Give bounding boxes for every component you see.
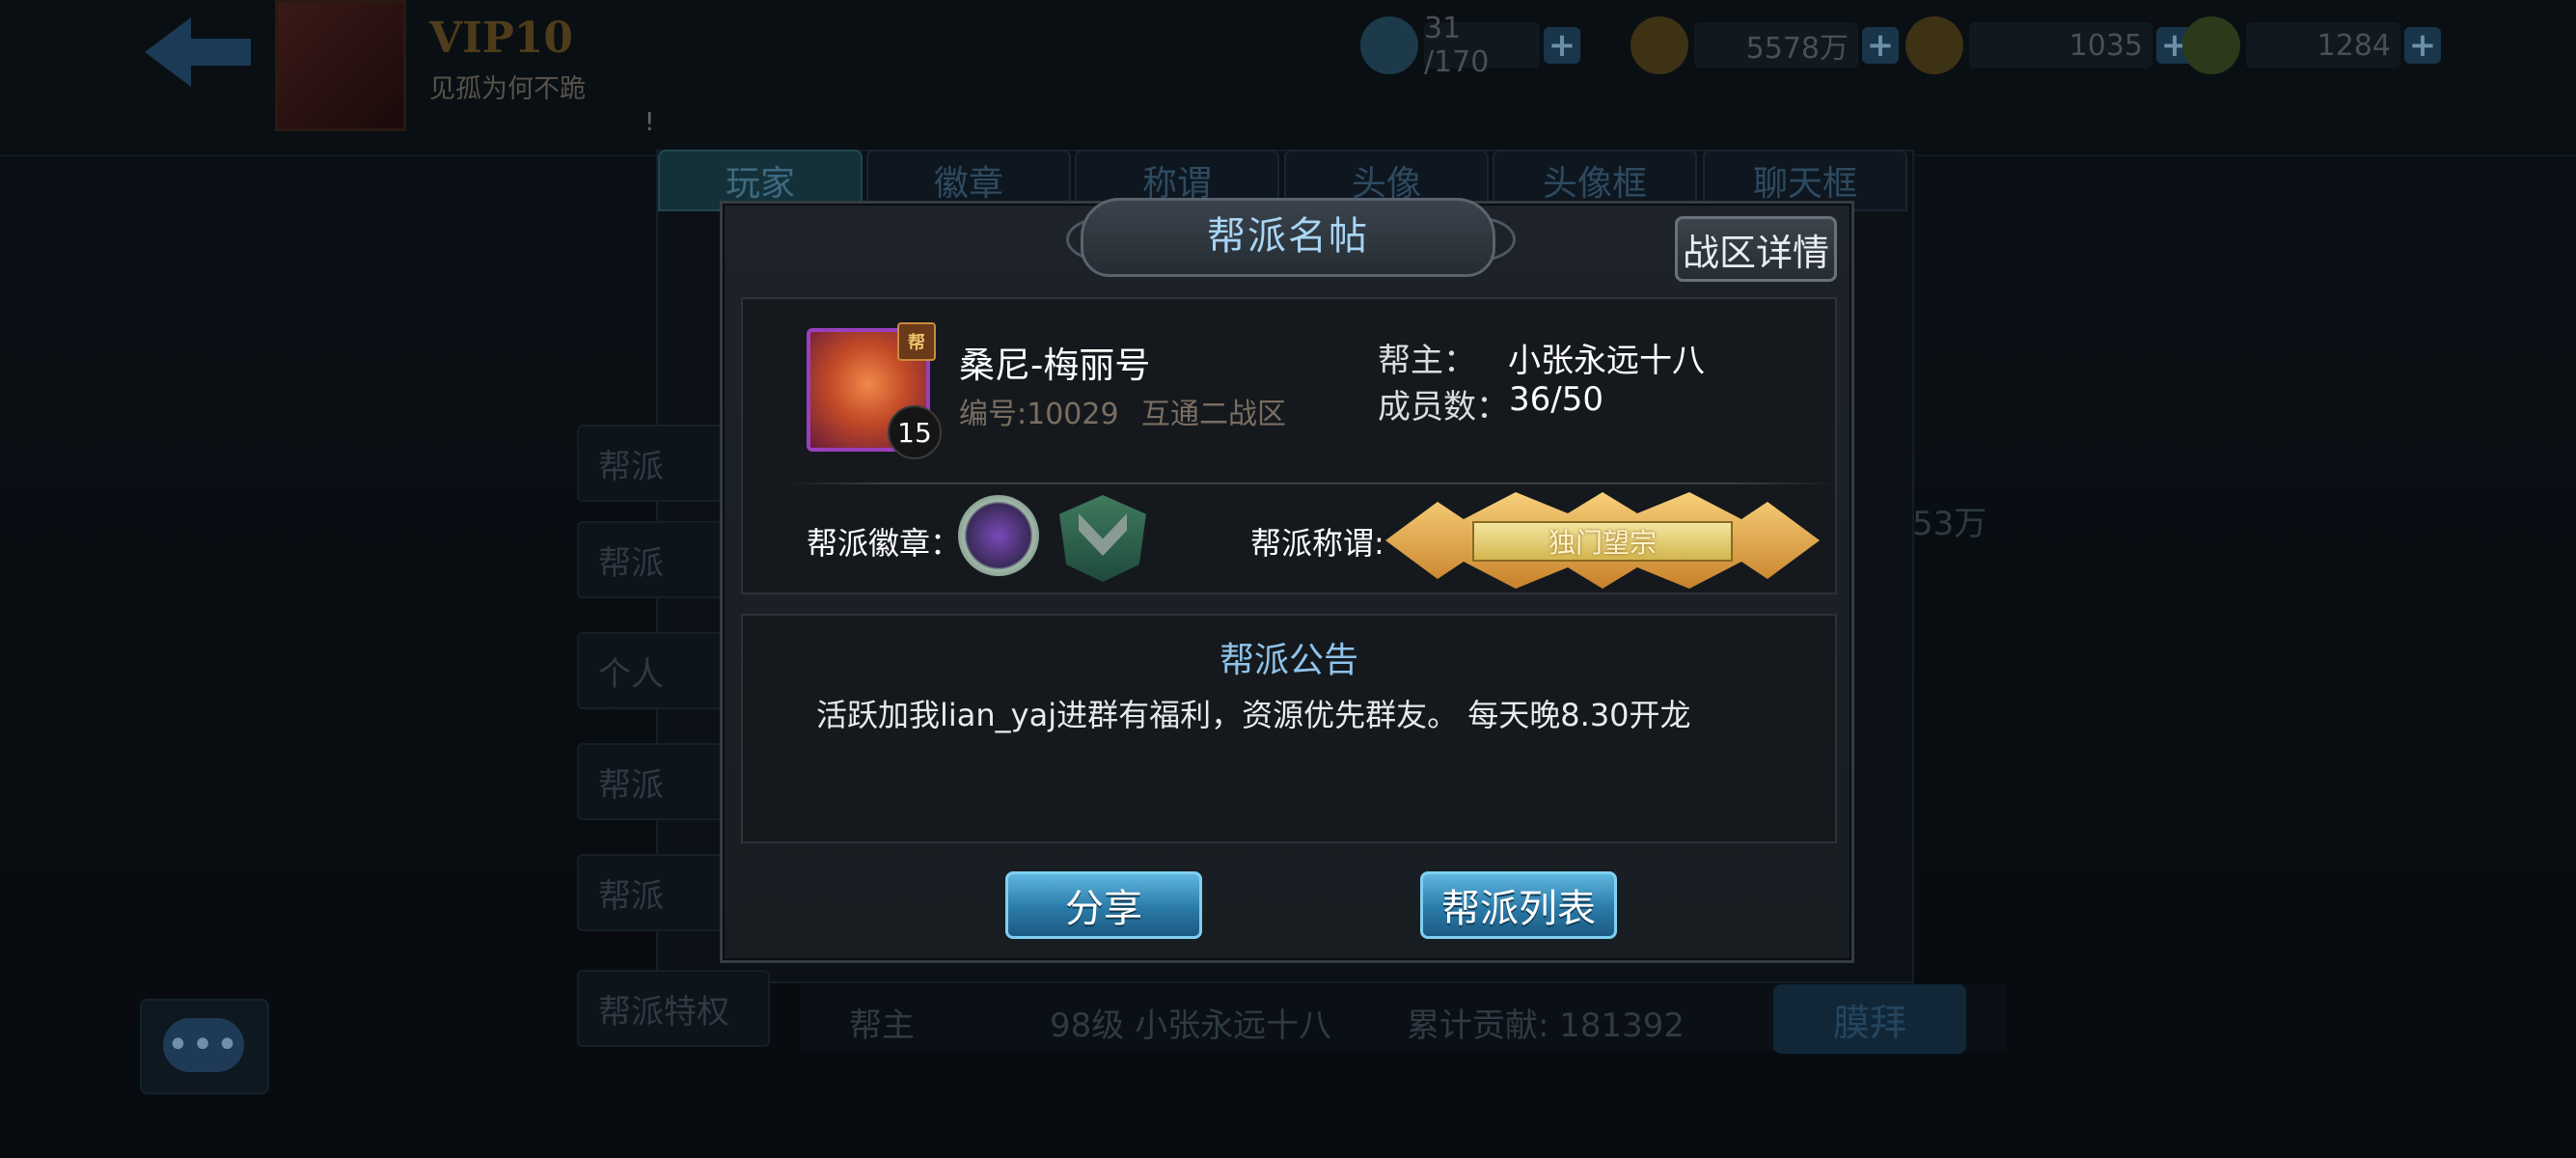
side-item-6[interactable]: 帮派特权 bbox=[577, 970, 770, 1047]
members-label: 成员数： bbox=[1378, 388, 1509, 427]
stamina-icon bbox=[1360, 16, 1418, 74]
share-button[interactable]: 分享 bbox=[1005, 871, 1202, 939]
info-divider bbox=[783, 482, 1837, 484]
resource-jade: 1284 + bbox=[2182, 16, 2441, 74]
guild-zone: 互通二战区 bbox=[1141, 398, 1286, 431]
vip-label: VIP10 bbox=[429, 14, 574, 63]
members-value: 36/50 bbox=[1509, 380, 1603, 419]
chat-button[interactable]: ••• bbox=[140, 999, 269, 1094]
add-stamina-button[interactable]: + bbox=[1544, 26, 1580, 65]
guild-id: 编号:10029 bbox=[959, 398, 1119, 431]
leader-value: 小张永远十八 bbox=[1508, 342, 1705, 380]
guild-title-banner: 独门望宗 bbox=[1385, 492, 1820, 589]
worship-button[interactable]: 膜拜 bbox=[1773, 984, 1966, 1054]
guild-badge-label: 帮派徽章： bbox=[807, 525, 962, 562]
jade-icon bbox=[2182, 16, 2240, 74]
zone-details-button[interactable]: 战区详情 bbox=[1675, 216, 1837, 282]
alert-mark: ! bbox=[644, 108, 655, 137]
modal-title: 帮派名帖 bbox=[1207, 214, 1369, 259]
top-bar: VIP10 见孤为何不跪 31 /170 + 5578万 + 1035 + 12… bbox=[0, 0, 2576, 156]
player-avatar[interactable] bbox=[275, 0, 406, 131]
guild-title-value: 独门望宗 bbox=[1472, 521, 1733, 562]
leader-label: 帮主： bbox=[1378, 342, 1476, 380]
guild-level-badge: 15 bbox=[888, 405, 942, 459]
ingot-icon bbox=[1905, 16, 1963, 74]
bg-contribution: 累计贡献: 181392 bbox=[1407, 1006, 1685, 1045]
gold-coin-icon bbox=[1631, 16, 1688, 74]
back-arrow-icon[interactable] bbox=[145, 17, 251, 87]
bg-right-value: 53万 bbox=[1912, 505, 1987, 543]
add-gold-button[interactable]: + bbox=[1862, 26, 1899, 65]
chat-dots-icon: ••• bbox=[166, 1023, 241, 1067]
guild-list-button[interactable]: 帮派列表 bbox=[1420, 871, 1617, 939]
guild-emblem-tag: 帮 bbox=[897, 322, 936, 361]
guild-notice-text: 活跃加我lian_yaj进群有福利，资源优先群友。 每天晚8.30开龙 bbox=[816, 697, 1691, 733]
bg-leader-name: 98级 小张永远十八 bbox=[1050, 1006, 1332, 1045]
guild-title-label: 帮派称谓: bbox=[1250, 525, 1384, 562]
guild-name: 桑尼-梅丽号 bbox=[959, 345, 1151, 386]
guild-notice-title: 帮派公告 bbox=[1219, 641, 1358, 680]
resource-stamina: 31 /170 + bbox=[1360, 12, 1580, 79]
resource-ingot: 1035 + bbox=[1905, 16, 2193, 74]
bg-role-label: 帮主 bbox=[849, 1006, 915, 1045]
resource-gold: 5578万 + bbox=[1631, 16, 1899, 74]
player-name: 见孤为何不跪 bbox=[429, 74, 586, 104]
add-jade-button[interactable]: + bbox=[2404, 26, 2441, 65]
guild-badge-orb-icon[interactable] bbox=[958, 495, 1039, 576]
